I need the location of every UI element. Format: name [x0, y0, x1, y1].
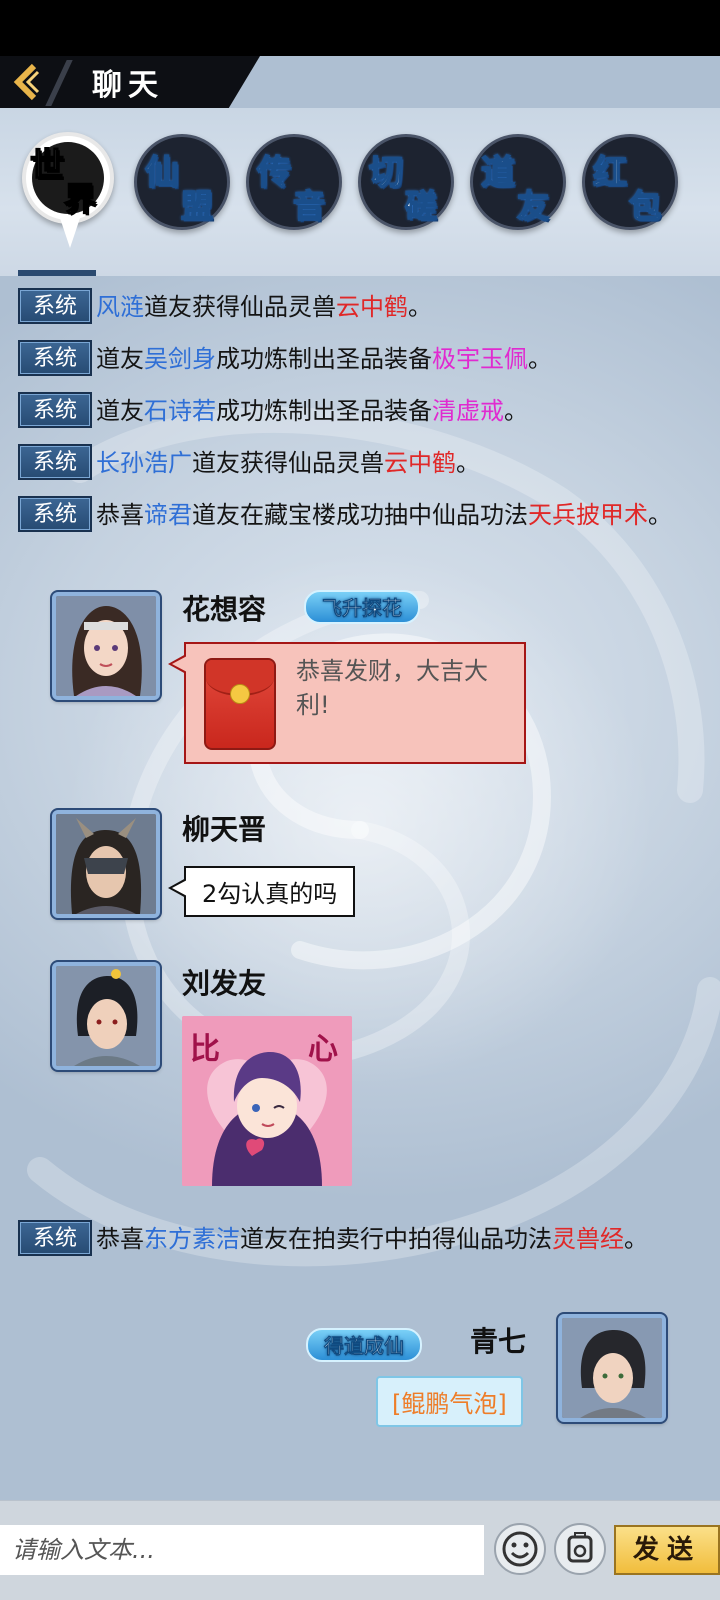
- message-text: 。: [528, 345, 552, 373]
- tab-red-packet-label-bottom: 包: [628, 186, 662, 226]
- send-button[interactable]: 发送: [614, 1525, 720, 1575]
- title-badge: 飞升探花: [304, 590, 420, 624]
- input-bar: 发送: [0, 1500, 720, 1600]
- avatar-liutianjin[interactable]: [52, 810, 160, 918]
- highlight-text[interactable]: 风涟: [96, 293, 144, 321]
- chat-bubble[interactable]: [鲲鹏气泡]: [376, 1376, 523, 1427]
- system-message: 系统 道友石诗若成功炼制出圣品装备清虚戒。: [18, 392, 698, 430]
- sticker-text-right: 心: [308, 1032, 338, 1067]
- header: 聊天: [0, 56, 720, 108]
- message-text: 道友获得仙品灵兽: [144, 293, 336, 321]
- tab-world-label-bottom: 界: [63, 179, 97, 219]
- tab-red-packet[interactable]: 红 包: [582, 134, 678, 230]
- tab-alliance-label-top: 仙: [144, 152, 180, 194]
- avatar-huaxiangrong[interactable]: [52, 592, 160, 700]
- system-badge: 系统: [18, 340, 92, 376]
- tab-alliance-label-bottom: 盟: [180, 186, 214, 226]
- emoji-button[interactable]: [494, 1523, 546, 1575]
- clipped-system-badge: [18, 270, 96, 276]
- highlight-text[interactable]: 清虚戒: [432, 397, 504, 425]
- highlight-text[interactable]: 云中鹤: [384, 449, 456, 477]
- avatar-liufayou[interactable]: [52, 962, 160, 1070]
- sticker-button[interactable]: [554, 1523, 606, 1575]
- tab-duel-label-bottom: 磋: [404, 186, 438, 226]
- system-badge: 系统: [18, 288, 92, 324]
- system-badge: 系统: [18, 1220, 92, 1256]
- message-text: 。: [456, 449, 480, 477]
- red-packet-text: 恭喜发财，大吉大利!: [296, 657, 488, 719]
- tab-whisper-label-bottom: 音: [292, 186, 326, 226]
- status-bar: [0, 0, 720, 56]
- avatar-portrait-icon: [56, 966, 156, 1066]
- message-text: 恭喜: [96, 1225, 144, 1253]
- sticker-icon: [567, 1532, 593, 1563]
- tab-friends[interactable]: 道 友: [470, 134, 566, 230]
- highlight-text[interactable]: 天兵披甲术: [528, 501, 648, 529]
- sender-name: 刘发友: [182, 967, 267, 1000]
- message-text: 成功炼制出圣品装备: [216, 397, 432, 425]
- tab-world[interactable]: 世 界: [22, 132, 114, 248]
- sender-name: 花想容: [182, 593, 267, 626]
- tab-red-packet-label-top: 红: [592, 152, 628, 194]
- message-text: 道友在藏宝楼成功抽中仙品功法: [192, 501, 528, 529]
- back-chevron-icon: [13, 63, 40, 101]
- tab-friends-label-bottom: 友: [516, 186, 550, 226]
- system-message: 系统 恭喜东方素洁道友在拍卖行中拍得仙品功法灵兽经。: [18, 1220, 698, 1258]
- avatar-portrait-icon: [56, 814, 156, 914]
- message-text: 。: [624, 1225, 648, 1253]
- system-message: 系统 道友吴剑身成功炼制出圣品装备极宇玉佩。: [18, 340, 698, 378]
- message-text: 。: [504, 397, 528, 425]
- tab-whisper[interactable]: 传 音: [246, 134, 342, 230]
- message-text: 道友获得仙品灵兽: [192, 449, 384, 477]
- page-title: 聊天: [92, 68, 164, 103]
- highlight-text[interactable]: 谛君: [144, 501, 192, 529]
- tab-whisper-label-top: 传: [256, 152, 292, 194]
- highlight-text[interactable]: 云中鹤: [336, 293, 408, 321]
- tab-alliance[interactable]: 仙 盟: [134, 134, 230, 230]
- tab-world-label-top: 世: [29, 145, 65, 187]
- tab-friends-label-top: 道: [480, 152, 516, 194]
- system-badge: 系统: [18, 392, 92, 428]
- message-text: 。: [648, 501, 672, 529]
- message-text: 恭喜: [96, 501, 144, 529]
- sender-name: 柳天晋: [182, 813, 267, 846]
- system-message: 系统 风涟道友获得仙品灵兽云中鹤。: [18, 288, 698, 326]
- message-text: 。: [408, 293, 432, 321]
- message-list[interactable]: 系统 风涟道友获得仙品灵兽云中鹤。 系统 道友吴剑身成功炼制出圣品装备极宇玉佩。 系…: [0, 270, 720, 1500]
- message-text: 道友在拍卖行中拍得仙品功法: [240, 1225, 552, 1253]
- avatar-portrait-icon: [562, 1318, 662, 1418]
- highlight-text[interactable]: 吴剑身: [144, 345, 216, 373]
- red-envelope-icon: [204, 658, 276, 750]
- message-text: 成功炼制出圣品装备: [216, 345, 432, 373]
- smiley-icon: [502, 1531, 538, 1567]
- back-button[interactable]: [8, 62, 48, 102]
- message-text: 道友: [96, 345, 144, 373]
- highlight-text[interactable]: 极宇玉佩: [432, 345, 528, 373]
- sticker-text-left: 比: [190, 1032, 220, 1067]
- avatar-portrait-icon: [56, 596, 156, 696]
- tab-duel[interactable]: 切 磋: [358, 134, 454, 230]
- system-message: 系统 长孙浩广道友获得仙品灵兽云中鹤。: [18, 444, 698, 482]
- message-text: 道友: [96, 397, 144, 425]
- title-badge: 得道成仙: [306, 1328, 422, 1362]
- sender-name: 青七: [470, 1325, 527, 1358]
- tab-duel-label-top: 切: [368, 152, 404, 194]
- system-badge: 系统: [18, 496, 92, 532]
- channel-tabs: 世 界 仙 盟 传 音 切 磋 道 友 红 包: [0, 108, 720, 276]
- highlight-text[interactable]: 长孙浩广: [96, 449, 192, 477]
- highlight-text[interactable]: 灵兽经: [552, 1225, 624, 1253]
- highlight-text[interactable]: 石诗若: [144, 397, 216, 425]
- highlight-text[interactable]: 东方素洁: [144, 1225, 240, 1253]
- message-input[interactable]: [0, 1525, 484, 1575]
- system-badge: 系统: [18, 444, 92, 480]
- avatar-qingqi[interactable]: [558, 1314, 666, 1422]
- system-message: 系统 恭喜谛君道友在藏宝楼成功抽中仙品功法天兵披甲术。: [18, 496, 698, 534]
- red-packet-bubble[interactable]: 恭喜发财，大吉大利!: [168, 642, 526, 764]
- sticker-image[interactable]: 比 心: [182, 1016, 352, 1186]
- chat-bubble[interactable]: 2勾认真的吗: [167, 866, 356, 917]
